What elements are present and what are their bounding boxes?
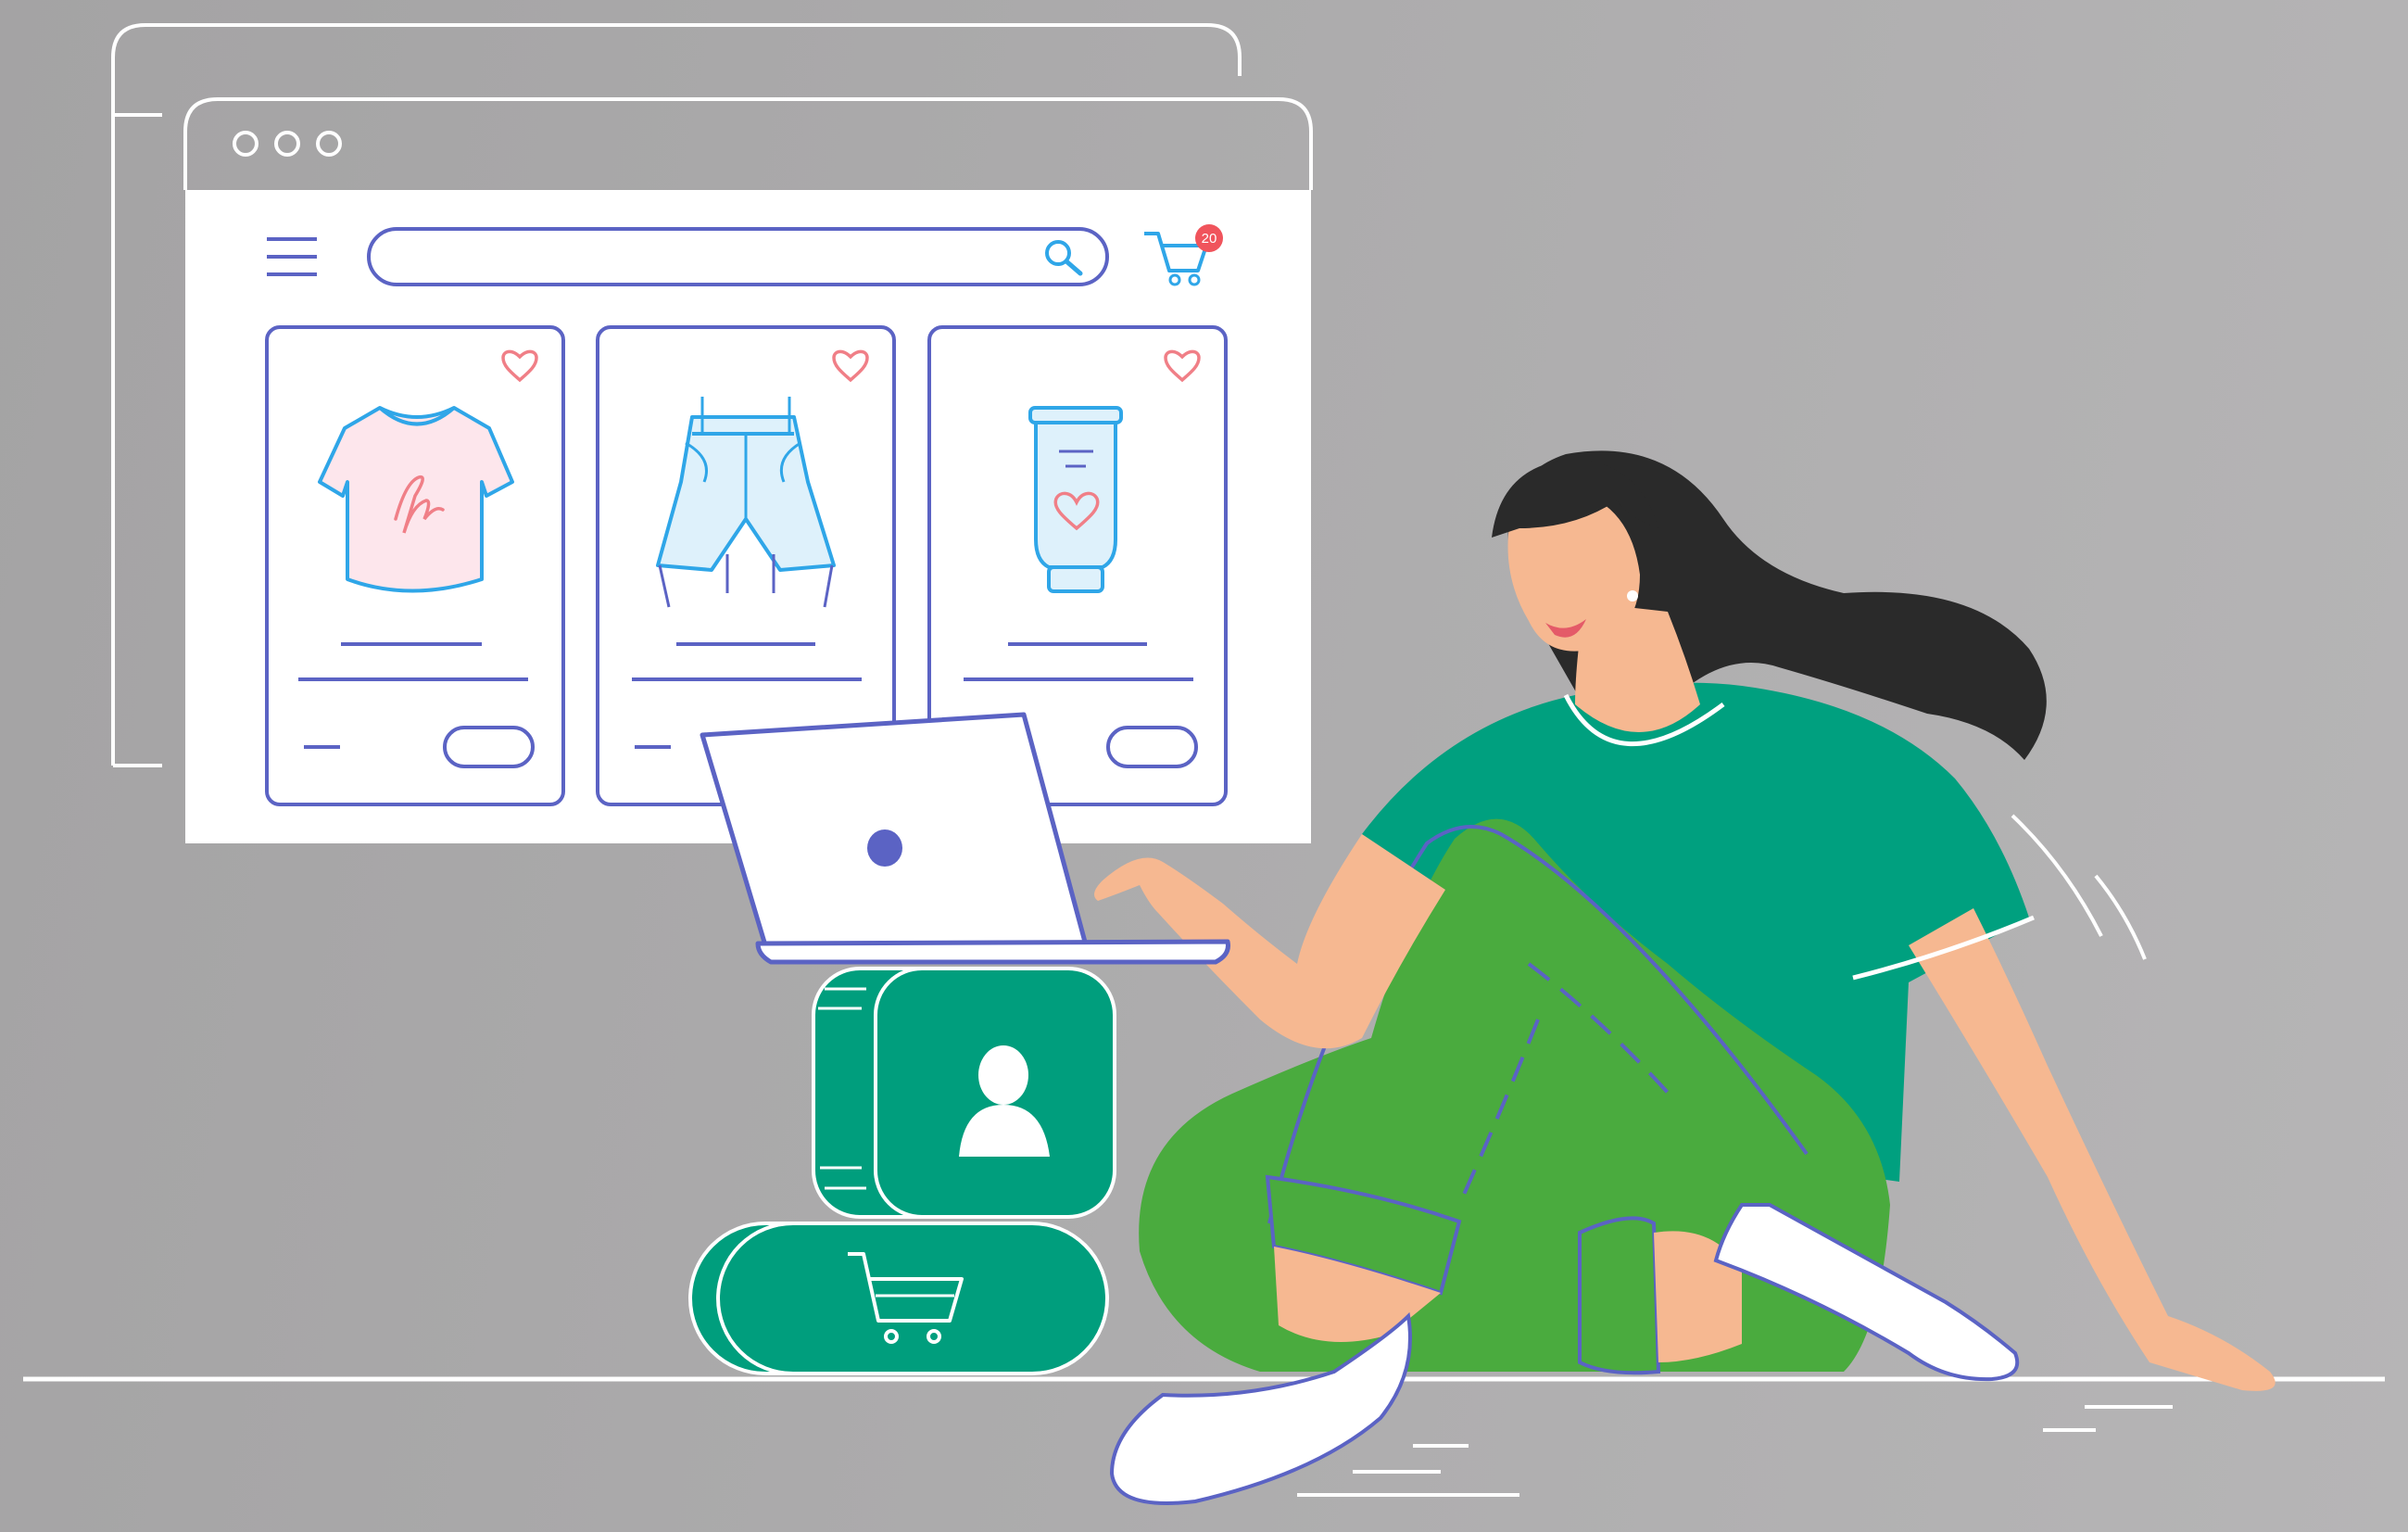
tshirt-icon: [318, 406, 514, 593]
cream-tube-icon: [1028, 406, 1123, 593]
laptop-logo: [867, 829, 902, 867]
product-card[interactable]: [265, 325, 565, 806]
browser-title-bar: [183, 97, 1313, 190]
pants-cuff: [1578, 1216, 1661, 1375]
ecommerce-illustration: 20: [23, 23, 2385, 1505]
window-dot: [274, 131, 300, 157]
laptop-screen: [700, 712, 1089, 948]
block-stack: [688, 967, 1116, 1375]
window-dot: [233, 131, 258, 157]
cart-badge-count: 20: [1202, 231, 1217, 247]
earring: [1627, 590, 1638, 601]
window-dot: [316, 131, 342, 157]
laptop-base: [755, 939, 1230, 965]
search-input[interactable]: [367, 227, 1109, 286]
